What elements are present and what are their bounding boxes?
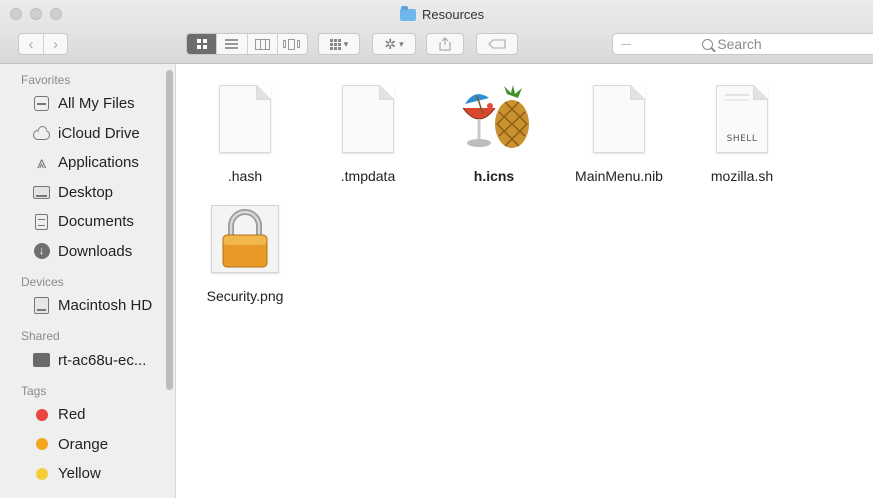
forward-button[interactable]: › (42, 34, 67, 54)
file-name: .hash (227, 168, 263, 184)
applications-icon: ⩓ (36, 153, 47, 173)
search-field[interactable]: Search (612, 33, 873, 55)
cover-flow-button[interactable] (276, 34, 307, 54)
chevron-down-icon: ▾ (399, 38, 404, 49)
all-files-icon (32, 96, 51, 112)
column-view-button[interactable] (246, 34, 277, 54)
folder-icon (400, 5, 416, 21)
sidebar-item-rt-ac68u[interactable]: rt-ac68u-ec... (0, 346, 175, 376)
edit-tags-button[interactable] (476, 33, 518, 55)
search-placeholder: Search (717, 36, 762, 52)
file-item-mainmenu-nib[interactable]: MainMenu.nib (564, 76, 674, 184)
padlock-icon (205, 196, 285, 282)
cover-flow-icon (283, 38, 301, 50)
documents-icon (32, 213, 51, 230)
window-title-text: Resources (422, 7, 485, 22)
cloud-icon (32, 125, 51, 141)
arrange-icon (329, 38, 341, 50)
sidebar-scrollbar[interactable] (166, 70, 173, 390)
shell-script-icon: SHELL (702, 76, 782, 162)
file-item-h-icns[interactable]: h.icns (439, 76, 549, 184)
file-item-hash[interactable]: .hash (190, 76, 300, 184)
search-placeholder-group: Search (631, 36, 833, 52)
sidebar-item-label: Macintosh HD (58, 297, 153, 315)
list-view-button[interactable] (216, 34, 246, 54)
tag-yellow-dot-icon (32, 466, 51, 482)
tag-orange-dot-icon (32, 436, 51, 452)
sidebar-item-label: Documents (58, 213, 134, 231)
sidebar-item-label: All My Files (58, 95, 135, 113)
gear-icon: ✲ (384, 35, 397, 52)
tag-icon (488, 39, 506, 49)
view-mode-selector (186, 33, 308, 55)
sidebar-item-label: Yellow (58, 465, 101, 483)
search-field-divider (621, 43, 631, 45)
file-name: h.icns (473, 168, 515, 184)
sidebar-item-tag-yellow[interactable]: Yellow (0, 459, 175, 489)
sidebar-item-documents[interactable]: Documents (0, 207, 175, 237)
file-browser: .hash .tmpdata h.icns MainMenu.nib SHELL… (177, 64, 873, 498)
sidebar-item-macintosh-hd[interactable]: Macintosh HD (0, 291, 175, 321)
chevron-down-icon: ▾ (343, 38, 349, 49)
sidebar-item-label: Applications (58, 154, 139, 172)
sidebar-item-tag-red[interactable]: Red (0, 400, 175, 430)
back-forward-buttons: ‹ › (18, 33, 68, 55)
sidebar: Favorites All My Files iCloud Drive ⩓ Ap… (0, 64, 176, 498)
file-item-tmpdata[interactable]: .tmpdata (313, 76, 423, 184)
hard-drive-icon (32, 297, 51, 315)
window-toolbar: Resources ‹ › ▾ ✲ ▾ Search (0, 0, 873, 64)
back-button[interactable]: ‹ (19, 34, 43, 54)
file-item-security-png[interactable]: Security.png (190, 196, 300, 304)
action-button[interactable]: ✲ ▾ (372, 33, 416, 55)
file-item-mozilla-sh[interactable]: SHELL mozilla.sh (687, 76, 797, 184)
column-view-icon (254, 38, 270, 50)
document-icon (579, 76, 659, 162)
sidebar-item-all-my-files[interactable]: All My Files (0, 89, 175, 119)
window-title: Resources (400, 5, 485, 22)
file-name: mozilla.sh (710, 168, 774, 184)
file-name: Security.png (206, 288, 284, 304)
close-window-button[interactable] (10, 8, 22, 20)
network-computer-icon (32, 352, 51, 368)
sidebar-item-icloud-drive[interactable]: iCloud Drive (0, 119, 175, 149)
zoom-window-button[interactable] (50, 8, 62, 20)
sidebar-item-label: iCloud Drive (58, 124, 140, 142)
list-view-icon (225, 39, 239, 49)
window-controls (10, 8, 62, 20)
sidebar-item-label: rt-ac68u-ec... (58, 351, 147, 369)
cocktail-pineapple-icon (454, 76, 534, 162)
document-icon (328, 76, 408, 162)
minimize-window-button[interactable] (30, 8, 42, 20)
sidebar-item-applications[interactable]: ⩓ Applications (0, 148, 175, 178)
downloads-icon: ↓ (32, 243, 51, 260)
sidebar-item-label: Desktop (58, 183, 114, 201)
sidebar-item-label: Red (58, 406, 86, 424)
sidebar-item-desktop[interactable]: Desktop (0, 178, 175, 208)
sidebar-section-tags: Tags (21, 383, 47, 398)
sidebar-section-favorites: Favorites (21, 72, 71, 87)
icon-view-icon (196, 39, 207, 49)
shell-badge: SHELL (726, 134, 758, 144)
sidebar-section-shared: Shared (21, 329, 60, 343)
sidebar-item-label: Orange (58, 435, 109, 453)
doc-text-lines (725, 94, 749, 96)
sidebar-item-label: Downloads (58, 242, 133, 260)
tag-red-dot-icon (32, 407, 51, 423)
share-button[interactable] (426, 33, 464, 55)
desktop-icon (32, 184, 51, 200)
arrange-button[interactable]: ▾ (318, 33, 360, 55)
sidebar-section-devices: Devices (21, 274, 64, 289)
file-name: MainMenu.nib (575, 168, 663, 184)
icon-view-button[interactable] (187, 34, 217, 54)
document-icon (205, 76, 285, 162)
file-name: .tmpdata (340, 168, 396, 184)
share-icon (439, 37, 451, 51)
search-icon (702, 38, 714, 50)
sidebar-item-downloads[interactable]: ↓ Downloads (0, 237, 175, 267)
sidebar-item-tag-orange[interactable]: Orange (0, 430, 175, 460)
